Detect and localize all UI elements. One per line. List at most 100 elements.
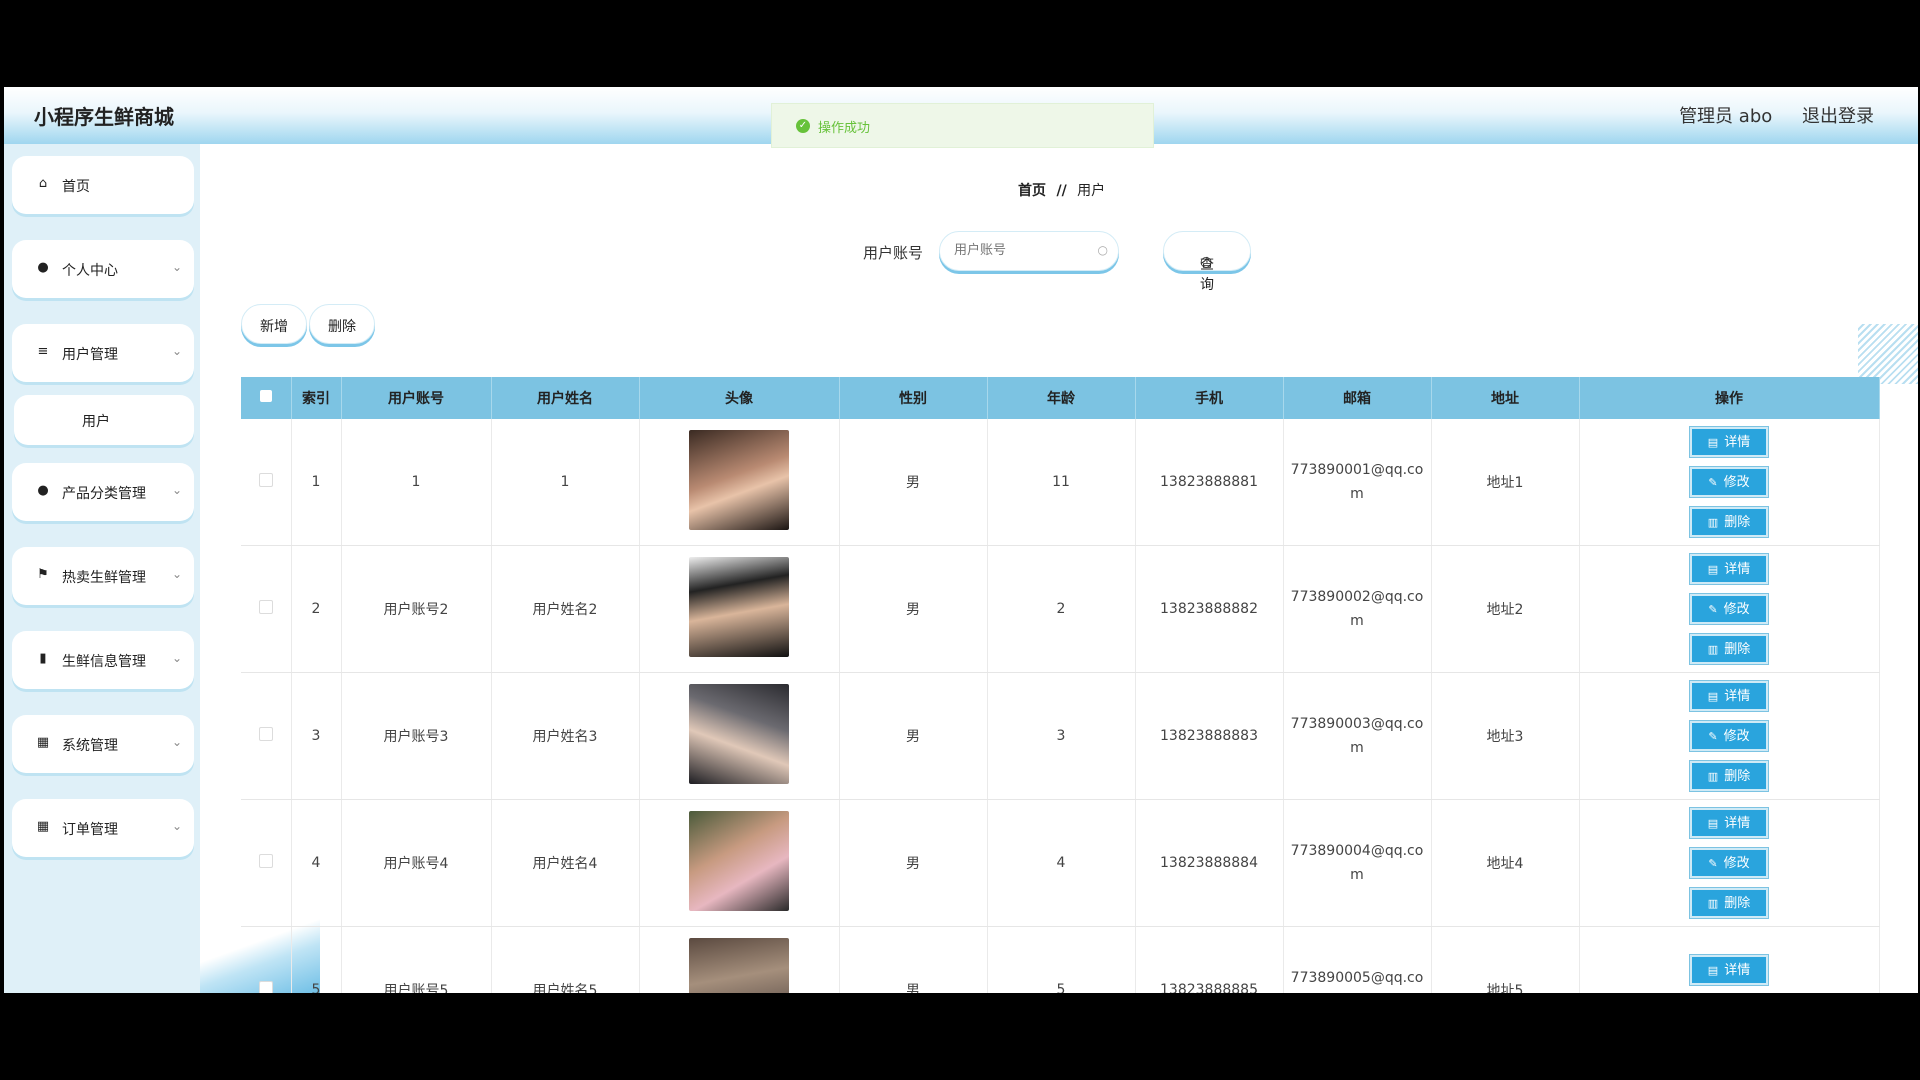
table-header: 手机 [1135,377,1284,419]
header-select-all[interactable] [241,377,292,419]
pencil-icon: ✎ [1708,730,1718,743]
sidebar-item-home[interactable]: ⌂ 首页 [12,156,194,214]
delete-button-label: 删除 [328,319,356,335]
detail-button-label: 详情 [1724,816,1751,831]
sidebar-item-hot-sale-management[interactable]: ⚑ 热卖生鲜管理 ⌄ [12,547,194,605]
cell-address: 地址2 [1431,545,1580,673]
row-checkbox[interactable] [258,981,273,993]
brand-title: 小程序生鲜商城 [34,105,174,129]
delete-row-button[interactable]: ▥ 删除 [1689,506,1769,538]
query-button[interactable]: 查询 ○ [1163,231,1251,293]
detail-button[interactable]: ▤ 详情 [1689,680,1769,712]
cell-email-cont: m [1350,486,1364,502]
detail-button-label: 详情 [1724,963,1751,978]
edit-button-label: 修改 [1723,856,1750,871]
sidebar-item-label: 热卖生鲜管理 [62,570,146,586]
chart-icon: ▮ [39,651,47,666]
delete-row-button[interactable]: ▥ 删除 [1689,633,1769,665]
trash-icon: ▥ [1707,770,1719,783]
sidebar-item-system-management[interactable]: ▦ 系统管理 ⌄ [12,715,194,773]
breadcrumb-home[interactable]: 首页 [1018,183,1046,199]
cell-phone: 13823888881 [1135,419,1284,546]
delete-row-button-label: 删除 [1724,642,1751,657]
sidebar-item-user-management[interactable]: ≡ 用户管理 ⌄ [12,324,194,382]
avatar [689,430,789,530]
cell-gender: 男 [839,545,988,673]
cell-gender: 男 [839,672,988,800]
decorative-stripes [1858,324,1918,384]
cell-name: 用户姓名5 [491,926,640,993]
grid-icon: ▦ [36,819,50,834]
list-icon: ≡ [37,344,49,359]
chevron-down-icon: ⌄ [171,735,182,749]
cell-email: 773890002@qq.co [1290,589,1424,605]
sidebar-item-category-management[interactable]: ● 产品分类管理 ⌄ [12,463,194,521]
sidebar-item-label: 生鲜信息管理 [62,654,146,670]
search-input[interactable] [952,242,1086,259]
row-checkbox[interactable] [258,854,273,868]
detail-button[interactable]: ▤ 详情 [1689,553,1769,585]
row-checkbox[interactable] [258,473,273,487]
breadcrumb-separator: // [1056,183,1067,199]
cell-phone: 13823888883 [1135,672,1284,800]
breadcrumb-current: 用户 [1077,183,1106,199]
table-row: 1 1 1 男 11 13823888881 773890001@qq.co m … [241,419,1880,546]
cell-account: 用户账号5 [341,926,492,993]
cell-address: 地址3 [1431,672,1580,800]
search-field[interactable]: ○ [939,231,1119,271]
cell-account: 用户账号3 [341,672,492,800]
cell-address: 地址1 [1431,419,1580,546]
cell-index: 4 [291,799,342,927]
search-icon: ○ [1097,243,1108,257]
admin-label: 管理员 abo [1679,106,1773,127]
delete-row-button[interactable]: ▥ 删除 [1689,887,1769,919]
search-icon: ○ [1200,254,1213,270]
table-row: 2 用户账号2 用户姓名2 男 2 13823888882 773890002@… [241,545,1880,673]
row-checkbox[interactable] [258,600,273,614]
detail-button-label: 详情 [1724,435,1751,450]
cell-phone: 13823888884 [1135,799,1284,927]
edit-button-label: 修改 [1723,475,1750,490]
user-table: 索引 用户账号 用户姓名 头像 性别 年龄 手机 邮箱 地址 操作 1 1 1 … [241,377,1880,993]
detail-button[interactable]: ▤ 详情 [1689,954,1769,986]
top-right-area: 管理员 abo 退出登录 [1655,102,1874,128]
detail-button-label: 详情 [1724,562,1751,577]
delete-row-button-label: 删除 [1724,896,1751,911]
edit-button-label: 修改 [1723,602,1750,617]
table-header: 用户姓名 [491,377,640,419]
trash-icon: ▥ [1707,516,1719,529]
cell-account: 1 [341,419,492,546]
detail-button[interactable]: ▤ 详情 [1689,807,1769,839]
document-icon: ▤ [1707,964,1719,977]
sidebar-subitem-user[interactable]: 用户 [14,395,194,445]
edit-button[interactable]: ✎ 修改 [1689,593,1769,625]
sidebar-item-label: 首页 [62,179,90,195]
cell-age: 5 [987,926,1136,993]
delete-row-button[interactable]: ▥ 删除 [1689,760,1769,792]
sidebar-item-label: 系统管理 [62,738,118,754]
detail-button-label: 详情 [1724,689,1751,704]
app-window: 小程序生鲜商城 管理员 abo 退出登录 ✓ 操作成功 ⌂ 首页 ● 个人中心 … [4,87,1918,993]
sidebar-item-order-management[interactable]: ▦ 订单管理 ⌄ [12,799,194,857]
cell-index: 5 [291,926,342,993]
sidebar-item-personal-center[interactable]: ● 个人中心 ⌄ [12,240,194,298]
detail-button[interactable]: ▤ 详情 [1689,426,1769,458]
logout-link[interactable]: 退出登录 [1802,106,1874,127]
table-header: 索引 [291,377,342,419]
flag-icon: ⚑ [37,567,49,582]
delete-button[interactable]: 删除 [309,304,375,344]
cell-index: 3 [291,672,342,800]
row-checkbox[interactable] [258,727,273,741]
table-row: 3 用户账号3 用户姓名3 男 3 13823888883 773890003@… [241,672,1880,800]
select-all-checkbox[interactable] [259,390,272,402]
edit-button[interactable]: ✎ 修改 [1689,466,1769,498]
cell-index: 1 [291,419,342,546]
user-icon: ● [37,260,49,275]
edit-button[interactable]: ✎ 修改 [1689,720,1769,752]
add-button[interactable]: 新增 [241,304,307,344]
sidebar-item-fresh-info-management[interactable]: ▮ 生鲜信息管理 ⌄ [12,631,194,689]
success-toast: ✓ 操作成功 [771,103,1154,148]
cell-email-cont: m [1350,613,1364,629]
edit-button[interactable]: ✎ 修改 [1689,847,1769,879]
document-icon: ▤ [1707,436,1719,449]
